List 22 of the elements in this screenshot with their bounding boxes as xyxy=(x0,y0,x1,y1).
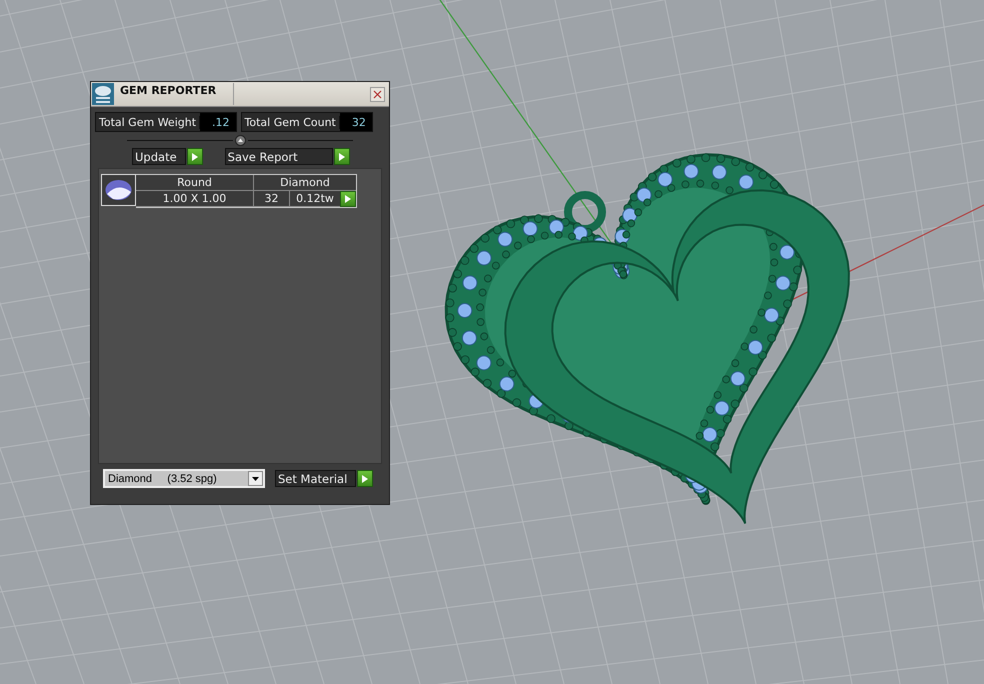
gem-app-icon xyxy=(92,83,114,105)
action-button[interactable]: Save Report xyxy=(224,148,333,165)
gem-size-cell: 1.00 X 1.00 xyxy=(136,191,254,207)
play-icon xyxy=(338,152,345,160)
run-button[interactable] xyxy=(334,148,350,165)
total-value: .12 xyxy=(200,113,236,131)
splitter-handle-icon[interactable] xyxy=(234,135,246,146)
set-material-button[interactable]: Set Material xyxy=(275,470,356,487)
window-title: GEM REPORTER xyxy=(120,84,216,97)
run-button[interactable] xyxy=(357,470,374,487)
gem-count-cell: 32 xyxy=(254,191,290,207)
run-button[interactable] xyxy=(186,148,203,165)
close-button[interactable] xyxy=(370,86,385,102)
close-icon xyxy=(373,90,382,98)
material-dropdown[interactable]: Diamond (3.52 spg) xyxy=(103,469,265,488)
action-button[interactable]: Update xyxy=(132,148,186,165)
run-button[interactable] xyxy=(340,191,356,207)
play-icon xyxy=(362,474,368,482)
play-icon xyxy=(345,195,351,203)
gem-shape-cell: Round xyxy=(136,175,254,191)
total-value: 32 xyxy=(340,113,372,131)
play-icon xyxy=(192,152,198,160)
